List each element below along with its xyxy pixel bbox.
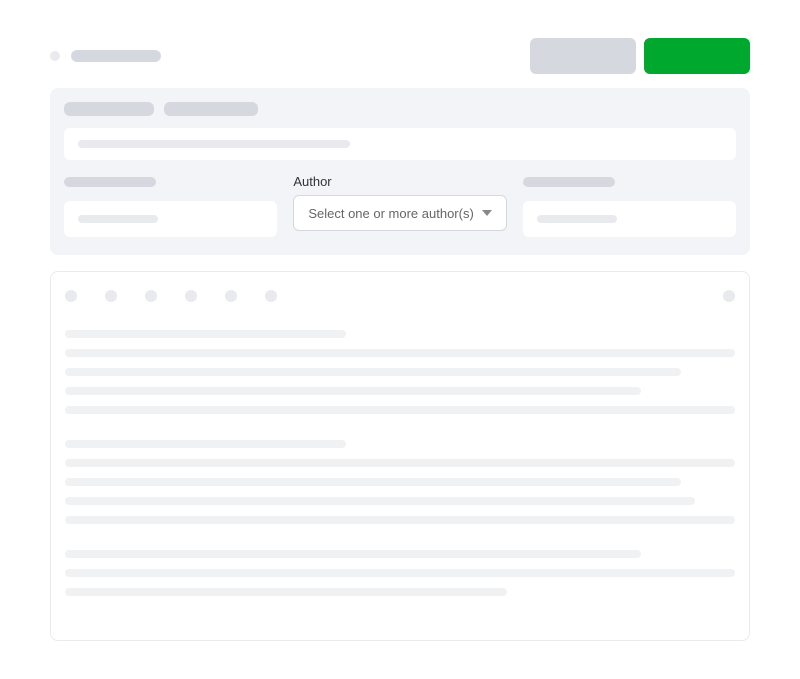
author-dropdown[interactable]: Select one or more author(s) <box>293 195 506 231</box>
toolbar-icon[interactable] <box>145 290 157 302</box>
field-label-skeleton <box>64 177 156 187</box>
tab-skeleton[interactable] <box>64 102 154 116</box>
header <box>50 38 750 74</box>
secondary-button-skeleton[interactable] <box>530 38 636 74</box>
field-label-skeleton <box>523 177 615 187</box>
toolbar-icon[interactable] <box>723 290 735 302</box>
chevron-down-icon <box>482 210 492 216</box>
toolbar-icon[interactable] <box>185 290 197 302</box>
toolbar-icon[interactable] <box>225 290 237 302</box>
toolbar-icon[interactable] <box>105 290 117 302</box>
content-card <box>50 271 750 641</box>
logo-text-skeleton <box>71 50 161 62</box>
primary-button-skeleton[interactable] <box>644 38 750 74</box>
paragraph-skeleton <box>65 330 735 414</box>
paragraph-skeleton <box>65 440 735 524</box>
toolbar-icon[interactable] <box>265 290 277 302</box>
field-input-skeleton[interactable] <box>523 201 736 237</box>
paragraph-skeleton <box>65 550 735 596</box>
toolbar-icon[interactable] <box>65 290 77 302</box>
logo-icon <box>50 51 60 61</box>
search-input-skeleton[interactable] <box>64 128 736 160</box>
toolbar <box>65 290 735 302</box>
field-input-skeleton[interactable] <box>64 201 277 237</box>
filter-card: Author Select one or more author(s) <box>50 88 750 255</box>
tab-skeleton[interactable] <box>164 102 258 116</box>
author-dropdown-placeholder: Select one or more author(s) <box>308 206 473 221</box>
author-label: Author <box>293 174 506 189</box>
